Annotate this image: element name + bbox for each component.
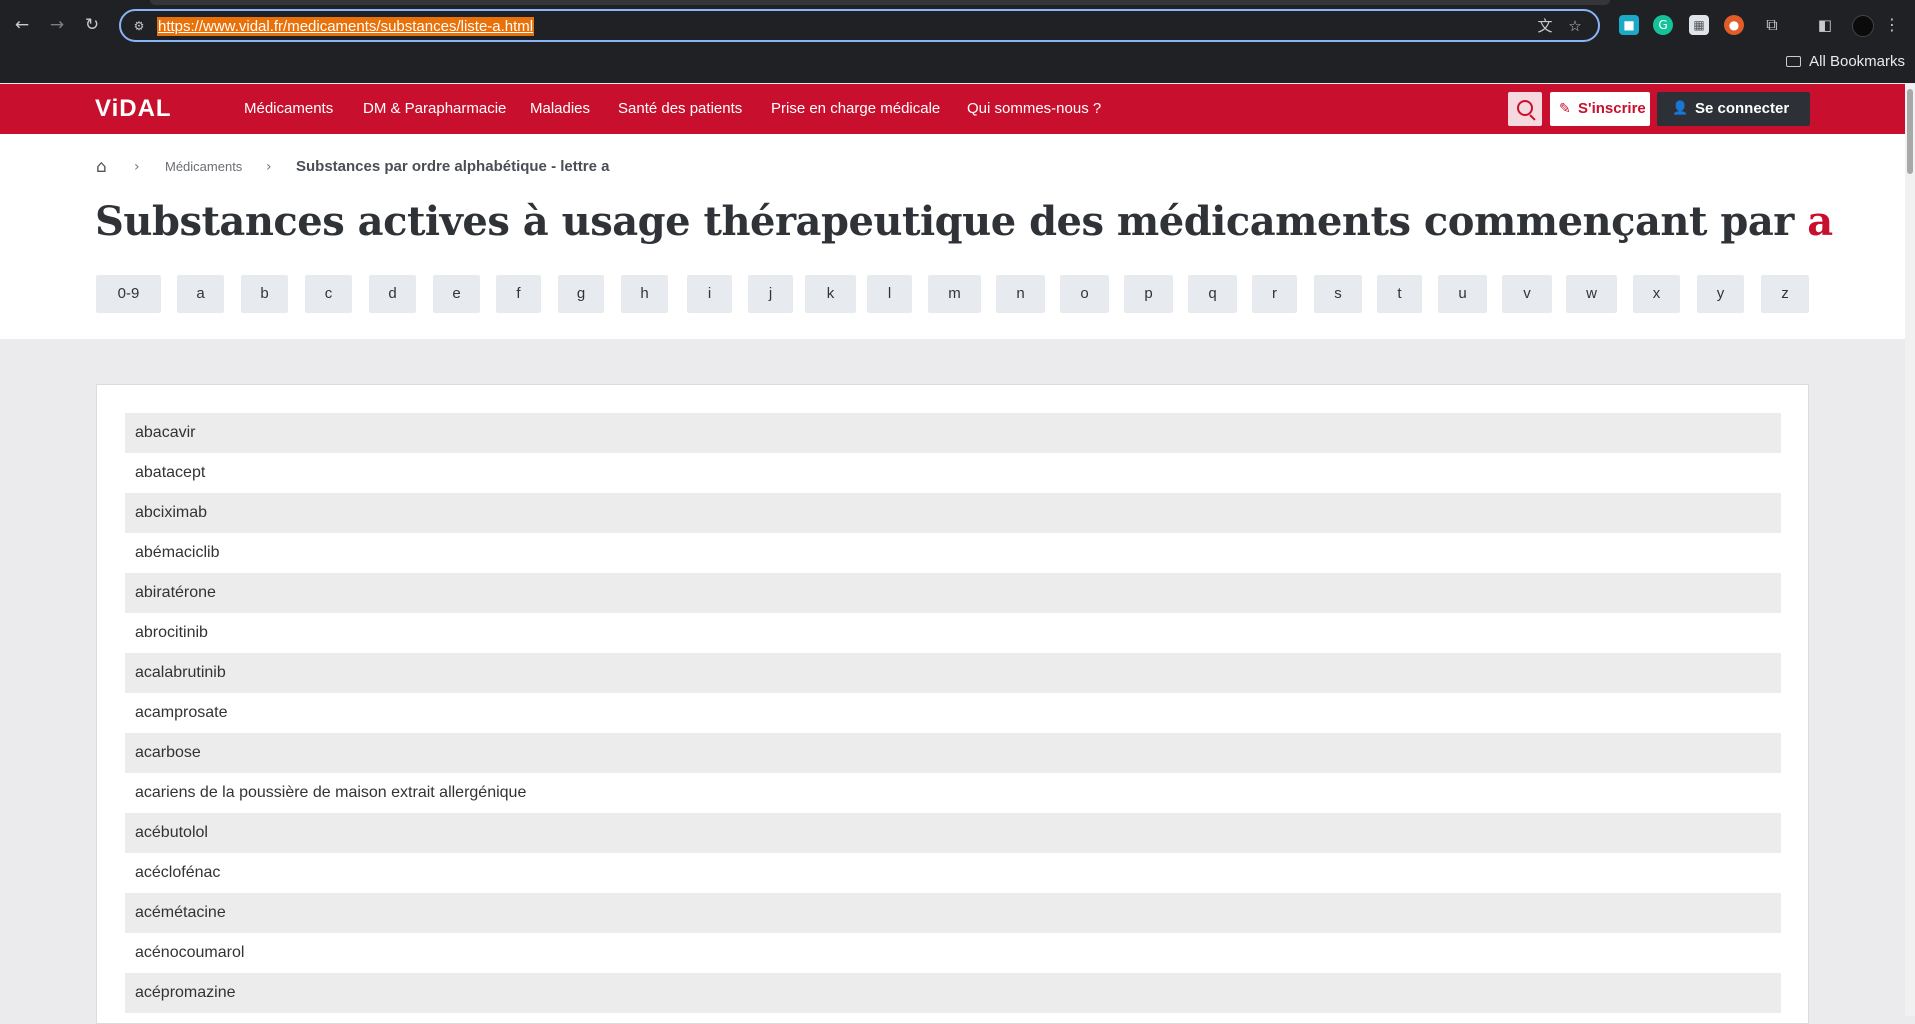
url-text[interactable]: https://www.vidal.fr/medicaments/substan…	[157, 17, 535, 36]
substance-list-card: abacavir abatacept abciximab abémaciclib…	[96, 384, 1809, 1024]
substance-link[interactable]: acébutolol	[125, 813, 1781, 853]
user-icon: 👤	[1672, 101, 1689, 116]
side-panel-icon[interactable]: ◧	[1815, 15, 1835, 35]
substance-link[interactable]: acépromazine	[125, 973, 1781, 1013]
breadcrumb-current: Substances par ordre alphabétique - lett…	[296, 158, 610, 175]
letter-o[interactable]: o	[1060, 275, 1109, 313]
login-button[interactable]: 👤 Se connecter	[1657, 92, 1810, 126]
extension-icon[interactable]: ▦	[1689, 15, 1709, 35]
search-icon-handle	[1529, 114, 1536, 121]
all-bookmarks-label: All Bookmarks	[1809, 53, 1905, 70]
folder-icon	[1786, 55, 1802, 67]
page-title-text: Substances actives à usage thérapeutique…	[95, 198, 1808, 245]
chevron-right-icon: ›	[266, 159, 272, 175]
letter-t[interactable]: t	[1377, 275, 1422, 313]
reload-icon[interactable]: ↻	[80, 13, 104, 37]
letter-w[interactable]: w	[1566, 275, 1617, 313]
letter-h[interactable]: h	[621, 275, 668, 313]
substance-link[interactable]: acalabrutinib	[125, 653, 1781, 693]
grammarly-icon[interactable]: G	[1653, 15, 1673, 35]
letter-g[interactable]: g	[558, 275, 604, 313]
substance-link[interactable]: abémaciclib	[125, 533, 1781, 573]
letter-0-9[interactable]: 0-9	[96, 275, 161, 313]
letter-j[interactable]: j	[748, 275, 793, 313]
substance-link[interactable]: abatacept	[125, 453, 1781, 493]
letter-q[interactable]: q	[1188, 275, 1237, 313]
letter-u[interactable]: u	[1438, 275, 1487, 313]
letter-x[interactable]: x	[1633, 275, 1680, 313]
letter-i[interactable]: i	[687, 275, 732, 313]
substance-link[interactable]: acénocoumarol	[125, 933, 1781, 973]
letter-s[interactable]: s	[1314, 275, 1362, 313]
site-info-icon[interactable]: ⚙	[130, 17, 148, 35]
browser-chrome: ← → ↻ ⚙ https://www.vidal.fr/medicaments…	[0, 0, 1915, 83]
letter-r[interactable]: r	[1252, 275, 1297, 313]
edit-icon: ✎	[1559, 101, 1571, 117]
nav-sante-patients[interactable]: Santé des patients	[618, 100, 742, 117]
substance-link[interactable]: acarbose	[125, 733, 1781, 773]
letter-p[interactable]: p	[1124, 275, 1173, 313]
letter-z[interactable]: z	[1761, 275, 1809, 313]
letter-y[interactable]: y	[1697, 275, 1744, 313]
nav-prise-en-charge[interactable]: Prise en charge médicale	[771, 100, 940, 117]
letter-n[interactable]: n	[996, 275, 1045, 313]
page-scrollbar[interactable]	[1905, 84, 1915, 1016]
substance-link[interactable]: abrocitinib	[125, 613, 1781, 653]
substance-link[interactable]: acémétacine	[125, 893, 1781, 933]
extension-icon[interactable]: ■	[1619, 15, 1639, 35]
forward-icon[interactable]: →	[45, 13, 69, 37]
letter-c[interactable]: c	[305, 275, 352, 313]
letter-a[interactable]: a	[177, 275, 224, 313]
profile-avatar[interactable]	[1852, 15, 1874, 37]
letter-e[interactable]: e	[433, 275, 480, 313]
nav-maladies[interactable]: Maladies	[530, 100, 590, 117]
page-title-letter: a	[1807, 198, 1833, 245]
chevron-right-icon: ›	[134, 159, 140, 175]
letter-f[interactable]: f	[496, 275, 541, 313]
breadcrumb-medicaments[interactable]: Médicaments	[165, 159, 242, 174]
letter-k[interactable]: k	[805, 275, 856, 313]
letter-l[interactable]: l	[867, 275, 912, 313]
letter-v[interactable]: v	[1502, 275, 1552, 313]
signup-button[interactable]: ✎ S'inscrire	[1550, 92, 1650, 126]
bookmark-star-icon[interactable]: ☆	[1565, 16, 1585, 36]
address-bar[interactable]: ⚙ https://www.vidal.fr/medicaments/subst…	[119, 9, 1600, 42]
substance-link[interactable]: acariens de la poussière de maison extra…	[125, 773, 1781, 813]
extensions-puzzle-icon[interactable]: ⧉	[1762, 15, 1782, 35]
substance-link[interactable]: abacavir	[125, 413, 1781, 453]
nav-qui-sommes-nous[interactable]: Qui sommes-nous ?	[967, 100, 1101, 117]
back-icon[interactable]: ←	[10, 13, 34, 37]
substance-link[interactable]: acéclofénac	[125, 853, 1781, 893]
letter-m[interactable]: m	[928, 275, 981, 313]
scrollbar-thumb[interactable]	[1907, 89, 1913, 174]
letter-b[interactable]: b	[241, 275, 288, 313]
vidal-logo[interactable]: ViDAL	[95, 95, 172, 123]
extension-icon[interactable]: ●	[1724, 15, 1744, 35]
letter-d[interactable]: d	[369, 275, 416, 313]
tab-strip	[150, 0, 1610, 5]
search-button[interactable]	[1508, 92, 1542, 126]
nav-dm-parapharmacie[interactable]: DM & Parapharmacie	[363, 100, 506, 117]
substance-link[interactable]: abiratérone	[125, 573, 1781, 613]
home-icon[interactable]: ⌂	[96, 158, 114, 176]
page-header-section: ⌂ › Médicaments › Substances par ordre a…	[0, 134, 1905, 339]
substance-link[interactable]: acamprosate	[125, 693, 1781, 733]
login-label: Se connecter	[1695, 100, 1790, 117]
signup-label: S'inscrire	[1578, 100, 1646, 117]
substance-link[interactable]: abciximab	[125, 493, 1781, 533]
translate-icon[interactable]: 文	[1535, 16, 1555, 36]
page-title: Substances actives à usage thérapeutique…	[95, 198, 1833, 245]
menu-kebab-icon[interactable]: ⋮	[1882, 15, 1902, 35]
all-bookmarks[interactable]: All Bookmarks	[1786, 52, 1905, 72]
nav-medicaments[interactable]: Médicaments	[244, 100, 333, 117]
site-header: ViDAL Médicaments DM & Parapharmacie Mal…	[0, 84, 1905, 134]
